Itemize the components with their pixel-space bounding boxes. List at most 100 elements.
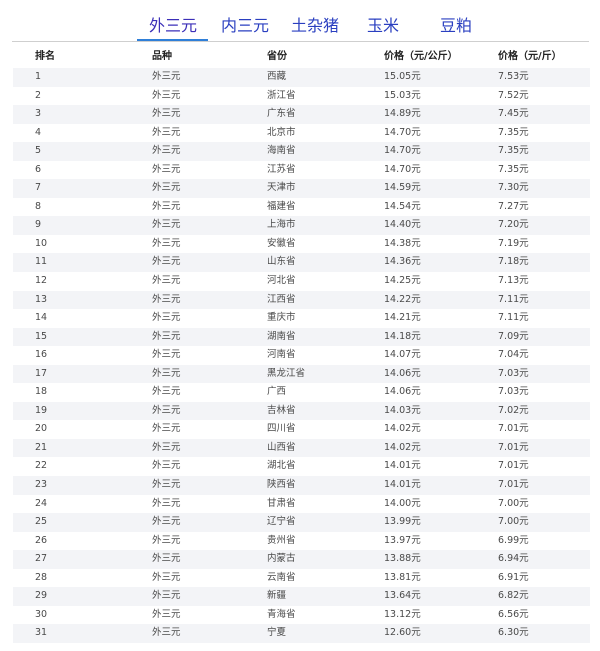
price-per-kg-cell: 13.88元 bbox=[384, 553, 421, 565]
table-row: 25 外三元 辽宁省 13.99元 7.00元 bbox=[13, 513, 590, 532]
price-per-jin-cell: 7.00元 bbox=[498, 497, 529, 509]
rank-cell: 14 bbox=[35, 312, 48, 324]
price-per-jin-cell: 7.03元 bbox=[498, 367, 529, 379]
price-per-jin-cell: 7.03元 bbox=[498, 386, 529, 398]
price-per-jin-cell: 7.35元 bbox=[498, 163, 529, 175]
tab-yu-mi[interactable]: 玉米 bbox=[366, 14, 400, 40]
rank-cell: 26 bbox=[35, 534, 48, 546]
province-cell: 河南省 bbox=[267, 349, 296, 361]
rank-cell: 20 bbox=[35, 423, 48, 435]
price-per-kg-cell: 14.40元 bbox=[384, 219, 421, 231]
price-per-jin-cell: 7.27元 bbox=[498, 200, 529, 212]
rank-cell: 3 bbox=[35, 108, 42, 120]
province-cell: 海南省 bbox=[267, 145, 296, 157]
header-variety: 品种 bbox=[152, 51, 172, 62]
price-per-jin-cell: 7.19元 bbox=[498, 237, 529, 249]
price-per-kg-cell: 14.70元 bbox=[384, 145, 421, 157]
tab-nei-san-yuan[interactable]: 内三元 bbox=[220, 14, 270, 40]
province-cell: 北京市 bbox=[267, 126, 296, 138]
variety-cell: 外三元 bbox=[152, 145, 181, 157]
table-row: 1 外三元 西藏 15.05元 7.53元 bbox=[13, 68, 590, 87]
province-cell: 甘肃省 bbox=[267, 497, 296, 509]
price-per-jin-cell: 7.20元 bbox=[498, 219, 529, 231]
table-row: 12 外三元 河北省 14.25元 7.13元 bbox=[13, 272, 590, 291]
variety-cell: 外三元 bbox=[152, 330, 181, 342]
table-row: 4 外三元 北京市 14.70元 7.35元 bbox=[13, 124, 590, 143]
price-per-jin-cell: 7.18元 bbox=[498, 256, 529, 268]
rank-cell: 10 bbox=[35, 237, 48, 249]
variety-cell: 外三元 bbox=[152, 275, 181, 287]
province-cell: 重庆市 bbox=[267, 312, 296, 324]
price-per-kg-cell: 15.03元 bbox=[384, 89, 421, 101]
price-per-jin-cell: 6.99元 bbox=[498, 534, 529, 546]
rank-cell: 17 bbox=[35, 367, 48, 379]
price-per-jin-cell: 7.02元 bbox=[498, 404, 529, 416]
price-per-jin-cell: 7.01元 bbox=[498, 423, 529, 435]
rank-cell: 9 bbox=[35, 219, 42, 231]
province-cell: 青海省 bbox=[267, 608, 296, 620]
rank-cell: 5 bbox=[35, 145, 42, 157]
price-per-jin-cell: 6.56元 bbox=[498, 608, 529, 620]
table-row: 18 外三元 广西 14.06元 7.03元 bbox=[13, 383, 590, 402]
variety-cell: 外三元 bbox=[152, 423, 181, 435]
header-price-per-jin: 价格（元/斤） bbox=[498, 51, 562, 62]
rank-cell: 28 bbox=[35, 571, 48, 583]
price-per-kg-cell: 15.05元 bbox=[384, 71, 421, 82]
variety-cell: 外三元 bbox=[152, 312, 181, 324]
variety-cell: 外三元 bbox=[152, 460, 181, 472]
price-per-kg-cell: 14.89元 bbox=[384, 108, 421, 120]
province-cell: 河北省 bbox=[267, 275, 296, 287]
table-header-row: 排名 品种 省份 价格（元/公斤） 价格（元/斤） bbox=[13, 46, 590, 68]
rank-cell: 19 bbox=[35, 404, 48, 416]
table-row: 31 外三元 宁夏 12.60元 6.30元 bbox=[13, 624, 590, 643]
variety-cell: 外三元 bbox=[152, 553, 181, 565]
variety-cell: 外三元 bbox=[152, 182, 181, 194]
rank-cell: 2 bbox=[35, 89, 42, 101]
table-row: 8 外三元 福建省 14.54元 7.27元 bbox=[13, 198, 590, 217]
table-row: 10 外三元 安徽省 14.38元 7.19元 bbox=[13, 235, 590, 254]
table-row: 5 外三元 海南省 14.70元 7.35元 bbox=[13, 142, 590, 161]
province-cell: 云南省 bbox=[267, 571, 296, 583]
variety-cell: 外三元 bbox=[152, 349, 181, 361]
province-cell: 湖南省 bbox=[267, 330, 296, 342]
variety-cell: 外三元 bbox=[152, 293, 181, 305]
table-row: 24 外三元 甘肃省 14.00元 7.00元 bbox=[13, 495, 590, 514]
rank-cell: 24 bbox=[35, 497, 48, 509]
province-cell: 浙江省 bbox=[267, 89, 296, 101]
rank-cell: 7 bbox=[35, 182, 42, 194]
rank-cell: 27 bbox=[35, 553, 48, 565]
province-cell: 山东省 bbox=[267, 256, 296, 268]
price-per-kg-cell: 14.22元 bbox=[384, 293, 421, 305]
tab-dou-po[interactable]: 豆粕 bbox=[439, 14, 473, 40]
header-price-per-kg: 价格（元/公斤） bbox=[384, 51, 458, 62]
province-cell: 内蒙古 bbox=[267, 553, 296, 565]
price-per-kg-cell: 14.06元 bbox=[384, 386, 421, 398]
table-row: 6 外三元 江苏省 14.70元 7.35元 bbox=[13, 161, 590, 180]
table-row: 11 外三元 山东省 14.36元 7.18元 bbox=[13, 253, 590, 273]
rank-cell: 1 bbox=[35, 71, 42, 82]
table-row: 15 外三元 湖南省 14.18元 7.09元 bbox=[13, 327, 590, 347]
price-per-jin-cell: 7.45元 bbox=[498, 108, 529, 120]
variety-cell: 外三元 bbox=[152, 516, 181, 528]
price-per-kg-cell: 14.36元 bbox=[384, 256, 421, 268]
rank-cell: 31 bbox=[35, 627, 48, 639]
tab-tu-za-zhu[interactable]: 土杂猪 bbox=[290, 14, 340, 40]
price-per-jin-cell: 7.04元 bbox=[498, 349, 529, 361]
price-per-kg-cell: 14.01元 bbox=[384, 460, 421, 472]
variety-cell: 外三元 bbox=[152, 441, 181, 453]
table-row: 13 外三元 江西省 14.22元 7.11元 bbox=[13, 290, 590, 310]
province-cell: 宁夏 bbox=[267, 627, 287, 639]
variety-cell: 外三元 bbox=[152, 367, 181, 379]
table-row: 16 外三元 河南省 14.07元 7.04元 bbox=[13, 346, 590, 365]
price-per-jin-cell: 7.01元 bbox=[498, 441, 529, 453]
table-row: 14 外三元 重庆市 14.21元 7.11元 bbox=[13, 309, 590, 328]
province-cell: 辽宁省 bbox=[267, 516, 296, 528]
rank-cell: 4 bbox=[35, 126, 42, 138]
table-row: 22 外三元 湖北省 14.01元 7.01元 bbox=[13, 457, 590, 476]
tab-wai-san-yuan[interactable]: 外三元 bbox=[148, 14, 198, 40]
tab-bar: 外三元 内三元 土杂猪 玉米 豆粕 bbox=[0, 14, 600, 40]
rank-cell: 6 bbox=[35, 163, 42, 175]
page: 外三元 内三元 土杂猪 玉米 豆粕 排名 品种 省份 价格（元/公斤） 价格（元… bbox=[0, 0, 600, 651]
price-table: 排名 品种 省份 价格（元/公斤） 价格（元/斤） 1 外三元 西藏 15.05元 7.… bbox=[13, 46, 590, 643]
price-per-kg-cell: 14.07元 bbox=[384, 349, 421, 361]
